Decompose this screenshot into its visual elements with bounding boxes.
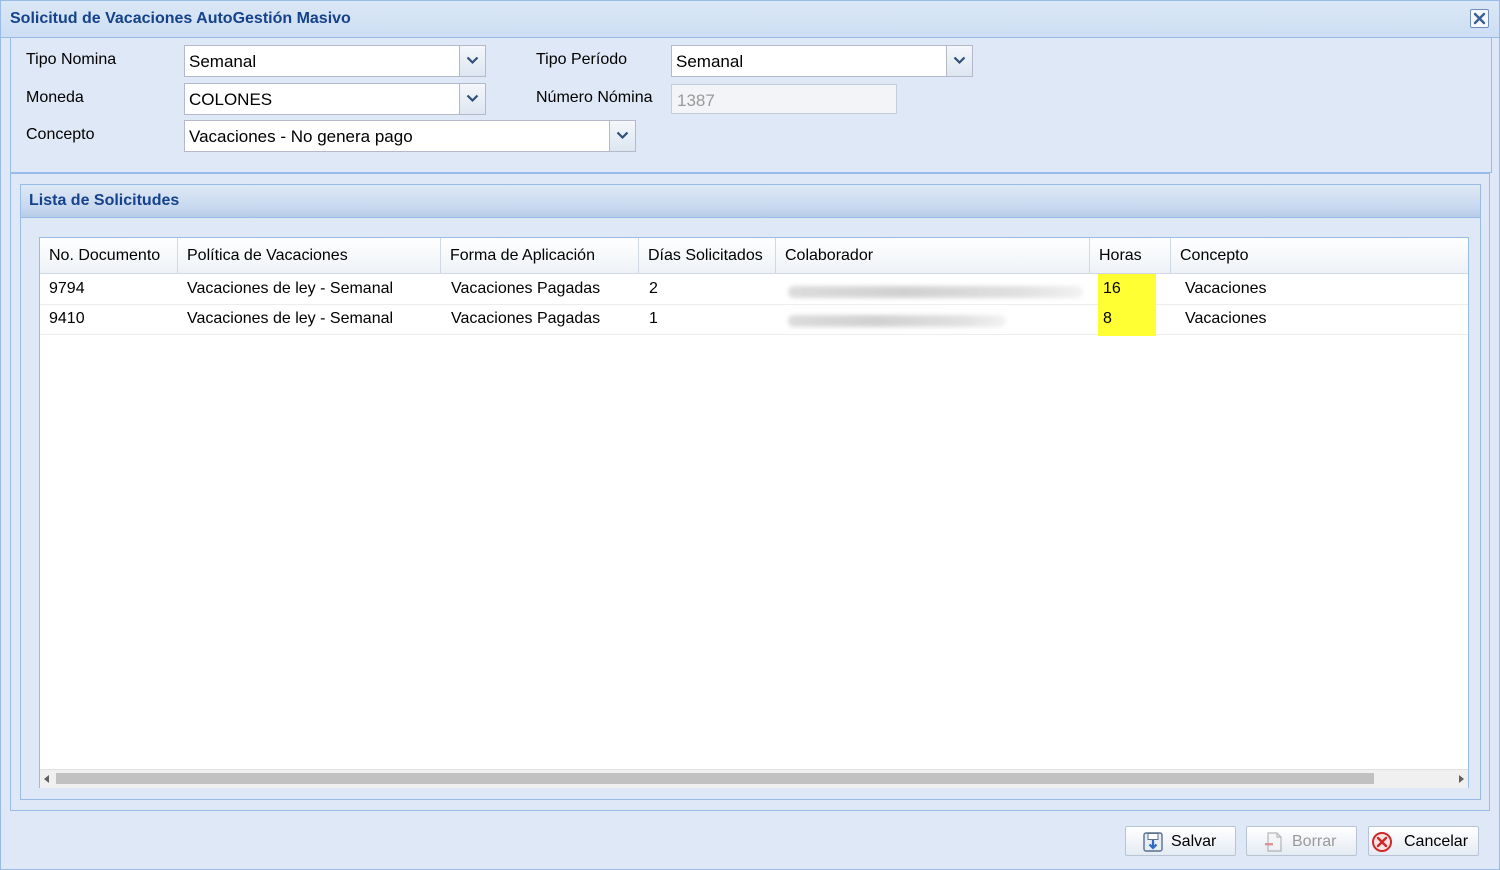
- save-button[interactable]: Salvar: [1125, 826, 1236, 856]
- moneda-value: COLONES: [189, 90, 273, 109]
- column-header-forma[interactable]: Forma de Aplicación: [441, 238, 639, 273]
- cell-forma: Vacaciones Pagadas: [451, 280, 601, 297]
- tipo-periodo-value: Semanal: [676, 52, 744, 71]
- list-panel: Lista de Solicitudes No. Documento Polít…: [10, 173, 1490, 811]
- save-icon: [1143, 832, 1163, 852]
- form-panel: Tipo Nomina Semanal Tipo Período Semanal…: [10, 38, 1492, 173]
- cell-forma: Vacaciones Pagadas: [451, 310, 601, 327]
- requests-grid: No. Documento Política de Vacaciones For…: [39, 237, 1469, 788]
- table-row[interactable]: 9410 Vacaciones de ley - Semanal Vacacio…: [40, 304, 1468, 336]
- cell-politica: Vacaciones de ley - Semanal: [187, 280, 394, 297]
- horizontal-scrollbar[interactable]: [40, 769, 1468, 788]
- cell-concepto: Vacaciones: [1185, 280, 1267, 297]
- table-row[interactable]: 9794 Vacaciones de ley - Semanal Vacacio…: [40, 274, 1468, 305]
- tipo-periodo-label: Tipo Período: [536, 51, 628, 68]
- window-title: Solicitud de Vacaciones AutoGestión Masi…: [10, 10, 351, 27]
- cell-horas: 8: [1103, 310, 1112, 327]
- moneda-label: Moneda: [26, 89, 84, 106]
- numero-nomina-field: 1387: [671, 84, 897, 114]
- cell-documento: 9794: [49, 280, 85, 297]
- cell-concepto: Vacaciones: [1185, 310, 1267, 327]
- column-header-dias[interactable]: Días Solicitados: [639, 238, 776, 273]
- vacation-request-window: Solicitud de Vacaciones AutoGestión Masi…: [0, 0, 1500, 870]
- column-header-concepto[interactable]: Concepto: [1171, 238, 1468, 273]
- concepto-trigger[interactable]: [609, 121, 635, 151]
- concepto-value: Vacaciones - No genera pago: [189, 127, 413, 146]
- requests-header: Lista de Solicitudes: [21, 185, 1480, 218]
- save-label: Salvar: [1171, 833, 1217, 850]
- cell-horas: 16: [1103, 280, 1121, 297]
- scroll-right-icon[interactable]: [1458, 775, 1464, 783]
- delete-icon: [1265, 832, 1282, 852]
- numero-nomina-label: Número Nómina: [536, 89, 653, 106]
- chevron-down-icon: [466, 56, 479, 65]
- redacted-colaborador: [788, 286, 1083, 298]
- tipo-nomina-label: Tipo Nomina: [26, 51, 117, 68]
- concepto-combo[interactable]: Vacaciones - No genera pago: [184, 120, 636, 152]
- cancel-button[interactable]: Cancelar: [1368, 826, 1479, 856]
- cell-documento: 9410: [49, 310, 85, 327]
- chevron-down-icon: [616, 131, 629, 140]
- moneda-trigger[interactable]: [459, 84, 485, 114]
- cell-politica: Vacaciones de ley - Semanal: [187, 310, 394, 327]
- column-header-documento[interactable]: No. Documento: [40, 238, 178, 273]
- close-button[interactable]: [1470, 9, 1489, 28]
- grid-header: No. Documento Política de Vacaciones For…: [40, 238, 1468, 274]
- column-header-politica[interactable]: Política de Vacaciones: [178, 238, 441, 273]
- column-header-horas[interactable]: Horas: [1090, 238, 1171, 273]
- delete-button[interactable]: Borrar: [1246, 826, 1357, 856]
- window-titlebar: Solicitud de Vacaciones AutoGestión Masi…: [1, 1, 1499, 38]
- numero-nomina-value: 1387: [677, 91, 715, 110]
- tipo-nomina-trigger[interactable]: [459, 46, 485, 76]
- moneda-combo[interactable]: COLONES: [184, 83, 486, 115]
- chevron-down-icon: [466, 94, 479, 103]
- cell-dias: 2: [649, 280, 658, 297]
- cell-dias: 1: [649, 310, 658, 327]
- scrollbar-thumb[interactable]: [56, 773, 1374, 784]
- concepto-label: Concepto: [26, 126, 95, 143]
- tipo-periodo-combo[interactable]: Semanal: [671, 45, 973, 77]
- close-icon: [1473, 12, 1486, 25]
- requests-title: Lista de Solicitudes: [29, 192, 180, 209]
- requests-fieldset: Lista de Solicitudes No. Documento Polít…: [20, 184, 1481, 800]
- redacted-colaborador: [788, 315, 1006, 327]
- cancel-icon: [1372, 832, 1392, 852]
- scroll-left-icon[interactable]: [44, 775, 50, 783]
- delete-label: Borrar: [1292, 833, 1337, 850]
- chevron-down-icon: [953, 56, 966, 65]
- tipo-nomina-value: Semanal: [189, 52, 257, 71]
- cancel-label: Cancelar: [1404, 833, 1469, 850]
- tipo-periodo-trigger[interactable]: [946, 46, 972, 76]
- column-header-colaborador[interactable]: Colaborador: [776, 238, 1090, 273]
- tipo-nomina-combo[interactable]: Semanal: [184, 45, 486, 77]
